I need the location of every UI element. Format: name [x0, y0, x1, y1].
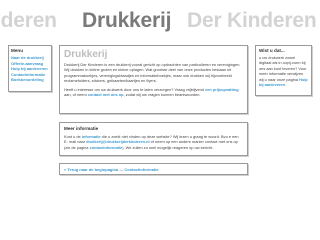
menu-item-boekbeoordeling[interactable]: Boekbeoordeling	[11, 77, 49, 83]
more-info-text-1: Kunt u de	[64, 134, 81, 139]
contactinformation-link[interactable]: contactinformatie	[90, 145, 123, 150]
more-info-box: Meer informatie Kunt u de informatie die…	[59, 122, 248, 156]
menu-item-naar-drukkerij[interactable]: Naar de drukkerij	[11, 55, 49, 61]
banner-right-words: Der Kinderen	[187, 9, 317, 32]
contact-link[interactable]: contact met ons op	[88, 92, 124, 97]
did-you-know-heading: Wist u dat...	[259, 48, 285, 53]
main-content-box: Drukkerij Drukkerij Der Kinderen is een …	[59, 45, 248, 114]
did-you-know-text: u uw drukwerk zowel digitaal als in copi…	[259, 55, 308, 87]
site-banner: nderen Drukkerij Der Kinderen	[0, 9, 320, 33]
menu-item-hulp-bij-aanleveren[interactable]: Hulp bij aanleveren	[11, 66, 49, 72]
quote-request-link[interactable]: een prijsopvatting	[205, 87, 239, 92]
interest-text-prefix: Heeft u interesse om uw drukwerk door on…	[64, 86, 204, 92]
more-info-text-6: ). We zullen zo snel mogelijk reageren o…	[122, 144, 214, 150]
intro-paragraph: Drukkerij Der Kinderen is een drukkerij …	[64, 62, 241, 84]
did-you-know-text-2: .	[284, 82, 287, 88]
footer-nav-box: « Terug naar de beginpagina — Contactinf…	[59, 163, 248, 175]
banner-left-word: nderen	[0, 9, 57, 32]
more-info-text-5: de pagina	[71, 144, 89, 150]
interest-text-mid: aan, of neem	[64, 92, 87, 98]
back-to-home-link[interactable]: « Terug naar de beginpagina	[64, 167, 118, 172]
did-you-know-box: Wist u dat... u uw drukwerk zowel digita…	[255, 45, 312, 96]
email-link[interactable]: drukkerij@drukkerijderkinderen.nl	[86, 139, 149, 144]
menu-heading: Menu	[11, 48, 23, 53]
more-info-text-3: mail naar	[68, 139, 85, 145]
more-info-heading: Meer informatie	[64, 126, 99, 131]
more-info-paragraph: Kunt u de informatie die u zoekt niet vi…	[64, 134, 243, 150]
page-title: Drukkerij	[64, 49, 108, 60]
interest-paragraph: Heeft u interesse om uw drukwerk door on…	[64, 87, 243, 98]
information-link[interactable]: informatie	[82, 134, 101, 139]
footer-contact-link[interactable]: Contactinformatie	[124, 167, 158, 172]
banner-site-title: Drukkerij	[82, 9, 172, 32]
menu-box: Menu Naar de drukkerij Offerte-aanvraag …	[8, 45, 52, 92]
interest-text-suffix: , zodat wij uw vragen kunnen beantwoorde…	[123, 92, 201, 98]
